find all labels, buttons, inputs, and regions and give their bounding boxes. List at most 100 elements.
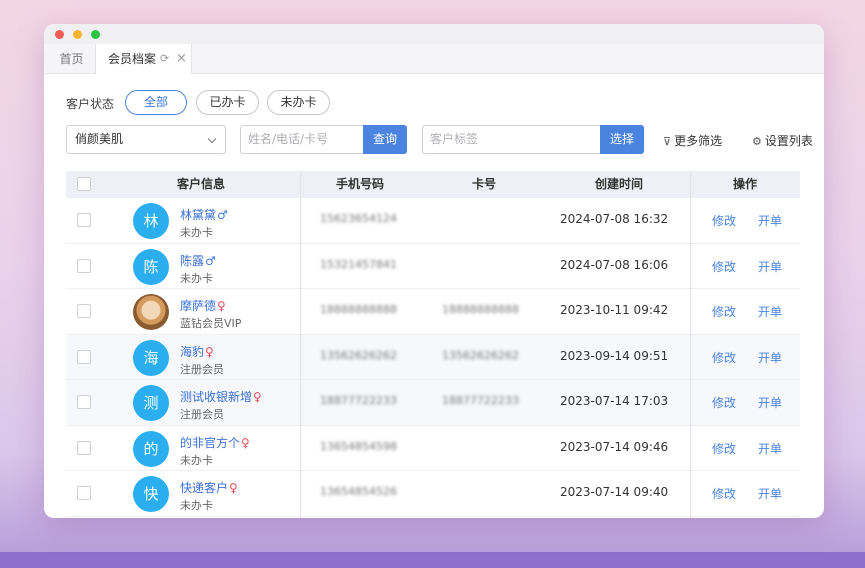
customer-name-link[interactable]: 林黛黛♂ bbox=[180, 206, 228, 223]
customer-name: 测试收银新增 bbox=[180, 390, 253, 404]
tag-input[interactable]: 客户标签 bbox=[422, 125, 600, 154]
more-filter-button[interactable]: ⊽ 更多筛选 bbox=[663, 132, 722, 149]
customer-name: 陈露 bbox=[180, 253, 205, 268]
row-checkbox[interactable] bbox=[77, 440, 91, 455]
tab-member-archive[interactable]: 会员档案 ⟳ × bbox=[96, 44, 192, 74]
close-icon[interactable]: × bbox=[176, 44, 187, 74]
created-time: 2023-07-14 09:40 bbox=[560, 485, 669, 499]
customer-level: 未办卡 bbox=[180, 226, 213, 239]
row-checkbox[interactable] bbox=[77, 213, 91, 227]
edit-button[interactable]: 修改 bbox=[712, 349, 736, 366]
settings-list-button[interactable]: ⚙ 设置列表 bbox=[752, 132, 813, 149]
status-carded-button[interactable]: 已办卡 bbox=[196, 90, 259, 115]
customer-name-link[interactable]: 的非官方个♀ bbox=[180, 434, 250, 451]
refresh-icon[interactable]: ⟳ bbox=[160, 44, 169, 74]
more-filter-label: 更多筛选 bbox=[674, 134, 723, 148]
bill-button[interactable]: 开单 bbox=[758, 303, 782, 320]
query-button[interactable]: 查询 bbox=[363, 125, 407, 154]
customer-name-link[interactable]: 陈露♂ bbox=[180, 252, 216, 269]
customer-level: 注册会员 bbox=[180, 408, 224, 421]
customer-level: 未办卡 bbox=[180, 453, 213, 467]
edit-button[interactable]: 修改 bbox=[712, 440, 736, 457]
filter-icon: ⊽ bbox=[663, 135, 672, 148]
bill-button[interactable]: 开单 bbox=[758, 258, 782, 275]
avatar: 测 bbox=[133, 385, 169, 421]
row-checkbox[interactable] bbox=[77, 486, 91, 500]
female-icon: ♀ bbox=[205, 344, 214, 359]
header-card: 卡号 bbox=[471, 177, 496, 191]
edit-button[interactable]: 修改 bbox=[712, 258, 736, 275]
choose-tag-button[interactable]: 选择 bbox=[600, 125, 644, 154]
edit-button[interactable]: 修改 bbox=[712, 303, 736, 320]
created-time: 2023-10-11 09:42 bbox=[560, 303, 669, 317]
status-all-button[interactable]: 全部 bbox=[125, 90, 187, 115]
avatar: 陈 bbox=[133, 248, 169, 285]
avatar: 林 bbox=[133, 203, 169, 239]
female-icon: ♀ bbox=[229, 481, 238, 495]
edit-button[interactable]: 修改 bbox=[712, 394, 736, 411]
row-checkbox[interactable] bbox=[77, 258, 91, 273]
card-cell: 18877722233 bbox=[442, 394, 519, 407]
edit-button[interactable]: 修改 bbox=[712, 485, 736, 502]
row-checkbox[interactable] bbox=[77, 304, 91, 318]
row-checkbox[interactable] bbox=[77, 349, 91, 364]
close-window-button[interactable] bbox=[55, 30, 64, 39]
phone-cell: 13654854526 bbox=[320, 485, 397, 498]
customer-name: 快递客户 bbox=[180, 481, 229, 495]
customer-name: 林黛黛 bbox=[180, 208, 217, 222]
female-icon: ♀ bbox=[217, 299, 226, 313]
phone-cell: 15623654124 bbox=[320, 212, 397, 225]
created-time: 2023-09-14 09:51 bbox=[560, 348, 669, 363]
header-ops: 操作 bbox=[732, 177, 757, 191]
created-time: 2024-07-08 16:06 bbox=[560, 257, 669, 272]
customer-name-link[interactable]: 测试收银新增♀ bbox=[180, 388, 262, 405]
row-checkbox[interactable] bbox=[77, 395, 91, 409]
male-icon: ♂ bbox=[217, 208, 228, 222]
bill-button[interactable]: 开单 bbox=[758, 212, 782, 229]
title-bar bbox=[44, 24, 824, 44]
phone-cell: 18888888888 bbox=[320, 303, 397, 316]
header-info: 客户信息 bbox=[176, 177, 225, 191]
store-select-value: 俏颜美肌 bbox=[75, 132, 124, 146]
phone-cell: 15321457841 bbox=[320, 257, 397, 271]
customer-name: 的非官方个 bbox=[180, 435, 241, 450]
tab-home[interactable]: 首页 bbox=[48, 44, 96, 74]
customer-name-link[interactable]: 海豹♀ bbox=[180, 343, 214, 360]
select-all-checkbox[interactable] bbox=[77, 177, 91, 191]
avatar: 快 bbox=[133, 476, 169, 512]
customer-name: 海豹 bbox=[180, 344, 205, 359]
column-divider bbox=[690, 171, 691, 518]
avatar: 的 bbox=[133, 430, 169, 467]
female-icon: ♀ bbox=[253, 390, 262, 404]
male-icon: ♂ bbox=[205, 253, 216, 268]
store-select[interactable]: 俏颜美肌 bbox=[66, 125, 226, 154]
customer-name-link[interactable]: 快递客户♀ bbox=[180, 479, 238, 496]
customer-name-link[interactable]: 摩萨德♀ bbox=[180, 297, 226, 314]
background-band bbox=[0, 552, 865, 568]
customer-level: 注册会员 bbox=[180, 362, 224, 376]
created-time: 2024-07-08 16:32 bbox=[560, 212, 669, 226]
bill-button[interactable]: 开单 bbox=[758, 349, 782, 366]
maximize-window-button[interactable] bbox=[91, 30, 100, 39]
search-filters: 俏颜美肌 姓名/电话/卡号 查询 客户标签 选择 ⊽ 更多筛选 ⚙ 设置列表 bbox=[66, 125, 824, 154]
customer-table: 客户信息 手机号码 卡号 创建时间 操作 林 林黛黛♂ 未办卡 15623654… bbox=[66, 171, 800, 518]
tab-member-archive-label: 会员档案 bbox=[108, 52, 157, 66]
status-label: 客户状态 bbox=[66, 97, 115, 111]
bill-button[interactable]: 开单 bbox=[758, 394, 782, 411]
phone-cell: 13654854598 bbox=[320, 439, 397, 453]
settings-list-label: 设置列表 bbox=[764, 134, 813, 148]
status-uncarded-button[interactable]: 未办卡 bbox=[267, 90, 330, 115]
bill-button[interactable]: 开单 bbox=[758, 440, 782, 457]
female-icon: ♀ bbox=[241, 435, 250, 450]
minimize-window-button[interactable] bbox=[73, 30, 82, 39]
bill-button[interactable]: 开单 bbox=[758, 485, 782, 502]
edit-button[interactable]: 修改 bbox=[712, 212, 736, 229]
header-created: 创建时间 bbox=[594, 177, 643, 191]
card-cell: 18888888888 bbox=[442, 303, 519, 316]
avatar-photo bbox=[133, 294, 169, 330]
customer-level: 未办卡 bbox=[180, 271, 213, 285]
column-divider bbox=[300, 171, 301, 518]
card-cell: 13562626262 bbox=[442, 348, 519, 362]
name-search-input[interactable]: 姓名/电话/卡号 bbox=[240, 125, 363, 154]
chevron-down-icon bbox=[207, 134, 217, 144]
